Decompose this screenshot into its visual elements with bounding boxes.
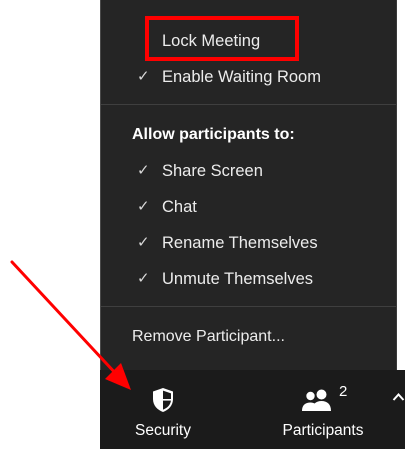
checkmark-icon: ✓ [137,198,150,215]
security-label: Security [135,422,191,439]
shield-icon [153,388,173,412]
menu-item-unmute-themselves[interactable]: ✓ Unmute Themselves [101,262,396,296]
people-icon [302,389,331,411]
menu-divider [101,306,396,307]
menu-divider [101,104,396,105]
checkmark-icon: ✓ [137,162,150,179]
menu-item-chat[interactable]: ✓ Chat [101,190,396,224]
menu-item-label: Rename Themselves [162,234,318,252]
participants-count: 2 [339,383,348,400]
checkmark-icon: ✓ [137,68,150,85]
annotation-highlight-box [145,16,299,61]
menu-item-label: Unmute Themselves [162,270,314,288]
participants-label: Participants [282,422,364,439]
menu-item-share-screen[interactable]: ✓ Share Screen [101,154,396,188]
meeting-toolbar: Security 2 Participants [100,370,405,449]
menu-item-label: Share Screen [162,162,263,180]
caret-up-icon[interactable] [392,392,405,402]
participants-button[interactable]: 2 Participants [268,370,378,449]
section-title-allow-participants: Allow participants to: [132,126,295,143]
menu-item-remove-participant[interactable]: Remove Participant... [132,320,285,354]
menu-item-label: Chat [162,198,197,216]
menu-item-enable-waiting-room[interactable]: ✓ Enable Waiting Room [101,60,396,94]
annotation-arrow [10,260,131,390]
menu-item-rename-themselves[interactable]: ✓ Rename Themselves [101,226,396,260]
menu-item-label: Enable Waiting Room [162,68,321,86]
